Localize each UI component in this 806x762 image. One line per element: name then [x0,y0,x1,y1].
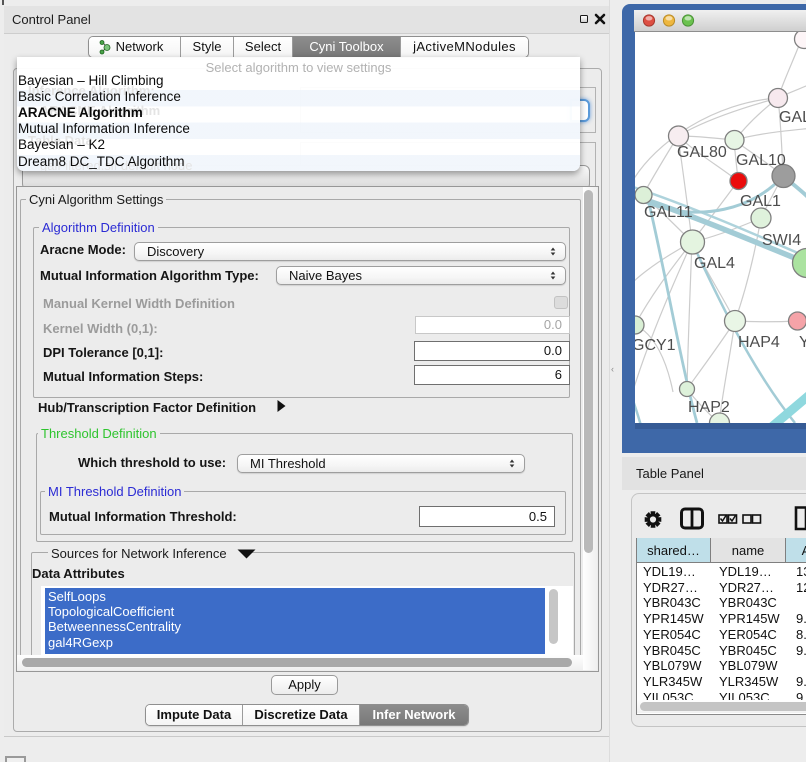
svg-text:GAL: GAL [779,109,806,126]
svg-text:GAL4: GAL4 [694,255,735,272]
svg-text:GAL80: GAL80 [677,144,727,161]
svg-text:GAL10: GAL10 [736,152,786,169]
svg-text:GCY1: GCY1 [635,337,676,354]
svg-text:HAP4: HAP4 [738,334,780,351]
svg-text:GAL1: GAL1 [740,193,781,210]
svg-text:GAL11: GAL11 [644,204,693,221]
svg-text:HAP2: HAP2 [688,399,730,416]
svg-text:Y: Y [799,334,806,351]
svg-text:SWI4: SWI4 [762,232,801,249]
